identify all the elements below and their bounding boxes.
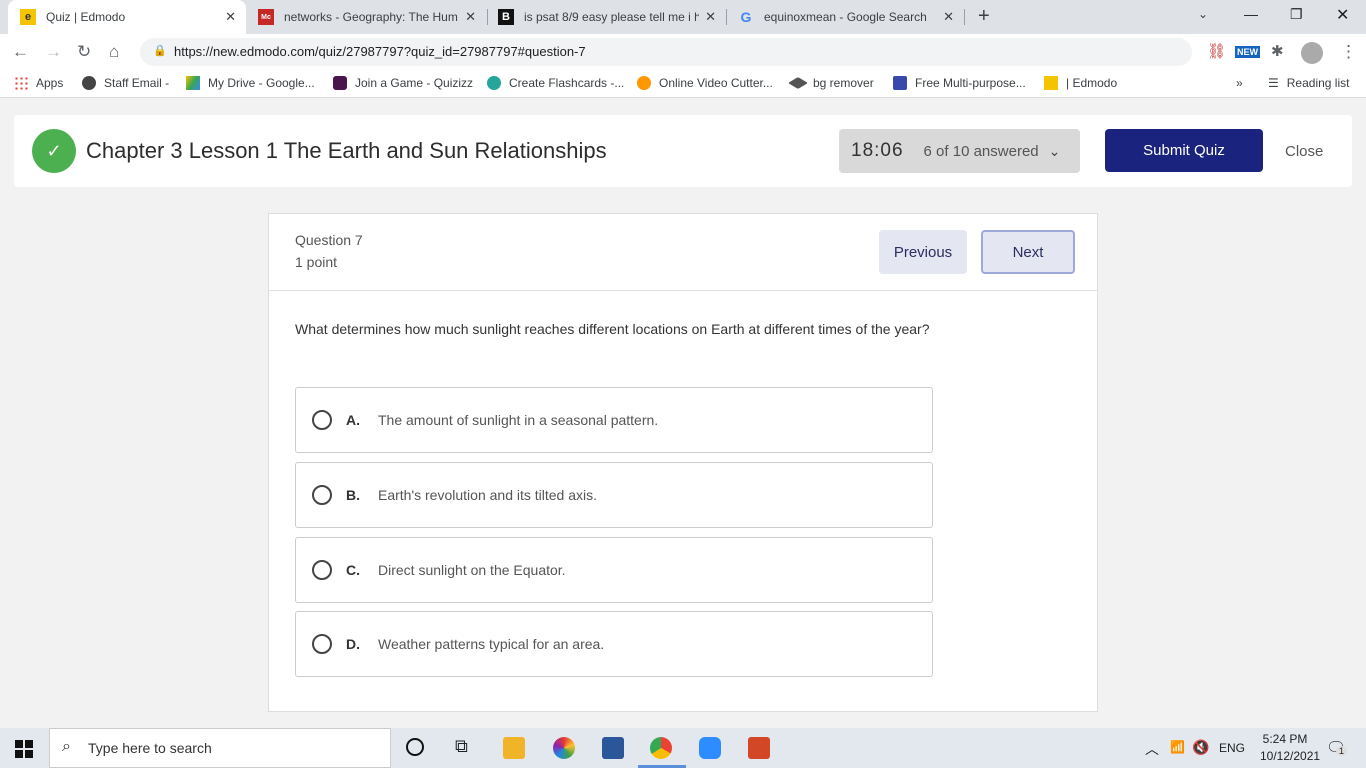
forward-icon[interactable]: → <box>45 42 62 62</box>
bookmark-drive[interactable]: My Drive - Google... <box>186 76 315 90</box>
question-number: Question 7 <box>295 232 363 248</box>
task-view-icon[interactable]: ⧉ <box>455 736 468 757</box>
previous-button[interactable]: Previous <box>879 230 967 274</box>
reload-icon[interactable]: ↻ <box>77 42 91 62</box>
next-button[interactable]: Next <box>981 230 1075 274</box>
question-text: What determines how much sunlight reache… <box>295 321 930 337</box>
bookmark-free-multipurpose[interactable]: Free Multi-purpose... <box>893 76 1026 90</box>
bookmark-video-cutter[interactable]: Online Video Cutter... <box>637 76 773 90</box>
radio-button[interactable] <box>312 634 332 654</box>
bookmark-edmodo[interactable]: | Edmodo <box>1044 76 1117 90</box>
close-tab-icon[interactable]: ✕ <box>943 9 954 25</box>
quiz-icon: ✓ <box>32 129 76 173</box>
menu-icon[interactable]: ⋮ <box>1340 42 1357 62</box>
more-bookmarks-icon[interactable]: » <box>1236 76 1243 90</box>
tab-google[interactable]: Gequinoxmean - Google Search ✕ <box>726 0 964 34</box>
restore-icon[interactable]: ❐ <box>1290 6 1303 23</box>
language[interactable]: ENG <box>1219 741 1245 755</box>
file-explorer-icon[interactable] <box>503 737 525 759</box>
submit-quiz-button[interactable]: Submit Quiz <box>1105 129 1263 172</box>
tab-title: equinoxmean - Google Search <box>764 10 927 24</box>
paint-icon[interactable] <box>553 737 575 759</box>
tab-bar: e Quiz | Edmodo ✕ Mc networks - Geography: … <box>0 0 1366 34</box>
powerpoint-icon[interactable] <box>748 737 770 759</box>
option-c[interactable]: C. Direct sunlight on the Equator. <box>295 537 933 603</box>
close-button[interactable]: Close <box>1285 143 1323 160</box>
edmodo-icon: e <box>20 9 36 25</box>
tab-title: is psat 8/9 easy please tell me i h <box>524 10 699 24</box>
minimize-icon[interactable]: — <box>1244 6 1258 22</box>
layers-icon <box>788 77 808 89</box>
close-tab-icon[interactable]: ✕ <box>225 9 236 25</box>
answered-count: 6 of 10 answered <box>923 142 1039 160</box>
quiz-header: ✓ Chapter 3 Lesson 1 The Earth and Sun R… <box>14 115 1352 187</box>
tab-psat[interactable]: Bis psat 8/9 easy please tell me i h ✕ <box>486 0 726 34</box>
windows-start-icon[interactable] <box>15 740 33 758</box>
google-icon: G <box>740 9 752 25</box>
bookmark-flashcards[interactable]: Create Flashcards -... <box>487 76 624 90</box>
bookmark-staff-email[interactable]: Staff Email - <box>82 76 169 90</box>
bookmarks-bar: Apps Staff Email - My Drive - Google... … <box>0 70 1366 98</box>
back-icon[interactable]: ← <box>12 42 29 62</box>
home-icon[interactable]: ⌂ <box>109 42 119 62</box>
apps-icon <box>14 76 28 90</box>
tab-title: Quiz | Edmodo <box>46 10 126 24</box>
divider <box>269 290 1097 291</box>
question-points: 1 point <box>295 254 338 270</box>
close-tab-icon[interactable]: ✕ <box>705 9 716 25</box>
taskbar: ⌕ Type here to search ⧉ ︿ 📶 🔇 ENG 5:24 PM… <box>0 728 1366 768</box>
profile-avatar[interactable] <box>1301 42 1323 64</box>
option-d[interactable]: D. Weather patterns typical for an area. <box>295 611 933 677</box>
cortana-icon[interactable] <box>406 738 424 756</box>
clock[interactable]: 5:24 PM 10/12/2021 <box>1260 732 1320 763</box>
question-card: Question 7 1 point Previous Next What de… <box>268 213 1098 712</box>
zoom-app-icon[interactable] <box>699 737 721 759</box>
wifi-icon[interactable]: 📶 <box>1170 740 1185 754</box>
word-icon[interactable] <box>602 737 624 759</box>
option-a[interactable]: A. The amount of sunlight in a seasonal p… <box>295 387 933 453</box>
tab-networks[interactable]: Mc networks - Geography: The Hum ✕ <box>246 0 486 34</box>
tab-quiz[interactable]: e Quiz | Edmodo ✕ <box>8 0 246 34</box>
bookmark-quizizz[interactable]: Join a Game - Quizizz <box>333 76 473 90</box>
tool-icon <box>893 76 907 90</box>
new-badge-extension[interactable]: NEW <box>1235 46 1260 58</box>
taskbar-search[interactable]: ⌕ Type here to search <box>49 728 391 768</box>
quiz-title: Chapter 3 Lesson 1 The Earth and Sun Rel… <box>86 138 607 163</box>
reading-list[interactable]: ☰ Reading list <box>1268 76 1349 90</box>
close-window-icon[interactable]: ✕ <box>1336 5 1349 25</box>
radio-button[interactable] <box>312 560 332 580</box>
option-b[interactable]: B. Earth's revolution and its tilted axis… <box>295 462 933 528</box>
notifications-icon[interactable]: 🗨1 <box>1326 738 1348 758</box>
quizizz-icon <box>333 76 347 90</box>
tab-search-icon[interactable]: ⌄ <box>1198 7 1208 21</box>
drive-icon <box>186 76 200 90</box>
close-tab-icon[interactable]: ✕ <box>465 9 476 25</box>
video-cutter-icon <box>637 76 651 90</box>
edmodo-icon <box>1044 76 1058 90</box>
mcgraw-icon: Mc <box>258 9 274 25</box>
lock-icon: 🔒 <box>153 45 167 57</box>
chrome-icon[interactable] <box>650 737 672 759</box>
bookmark-bg-remover[interactable]: bg remover <box>788 76 874 90</box>
flashcards-icon <box>487 76 501 90</box>
extension-link-icon[interactable]: ⛓ <box>1207 42 1226 60</box>
timer: 18:06 <box>851 140 904 161</box>
tab-title: networks - Geography: The Hum <box>284 10 458 24</box>
brainly-icon: B <box>498 9 514 25</box>
radio-button[interactable] <box>312 485 332 505</box>
chevron-down-icon: ⌄ <box>1048 142 1061 159</box>
new-tab-icon[interactable]: + <box>978 5 990 28</box>
url-text: https://new.edmodo.com/quiz/27987797?qui… <box>174 44 586 59</box>
bookmark-apps[interactable]: Apps <box>14 76 63 90</box>
progress-dropdown[interactable]: 18:06 6 of 10 answered ⌄ <box>839 129 1080 173</box>
globe-icon <box>82 76 96 90</box>
reading-list-icon: ☰ <box>1268 76 1279 90</box>
radio-button[interactable] <box>312 410 332 430</box>
address-bar[interactable]: 🔒 https://new.edmodo.com/quiz/27987797?q… <box>140 38 1192 66</box>
extensions-icon[interactable]: ✱ <box>1271 42 1284 60</box>
muted-speaker-icon[interactable]: 🔇 <box>1192 739 1209 756</box>
search-icon: ⌕ <box>62 738 71 755</box>
chevron-up-icon[interactable]: ︿ <box>1145 739 1159 759</box>
